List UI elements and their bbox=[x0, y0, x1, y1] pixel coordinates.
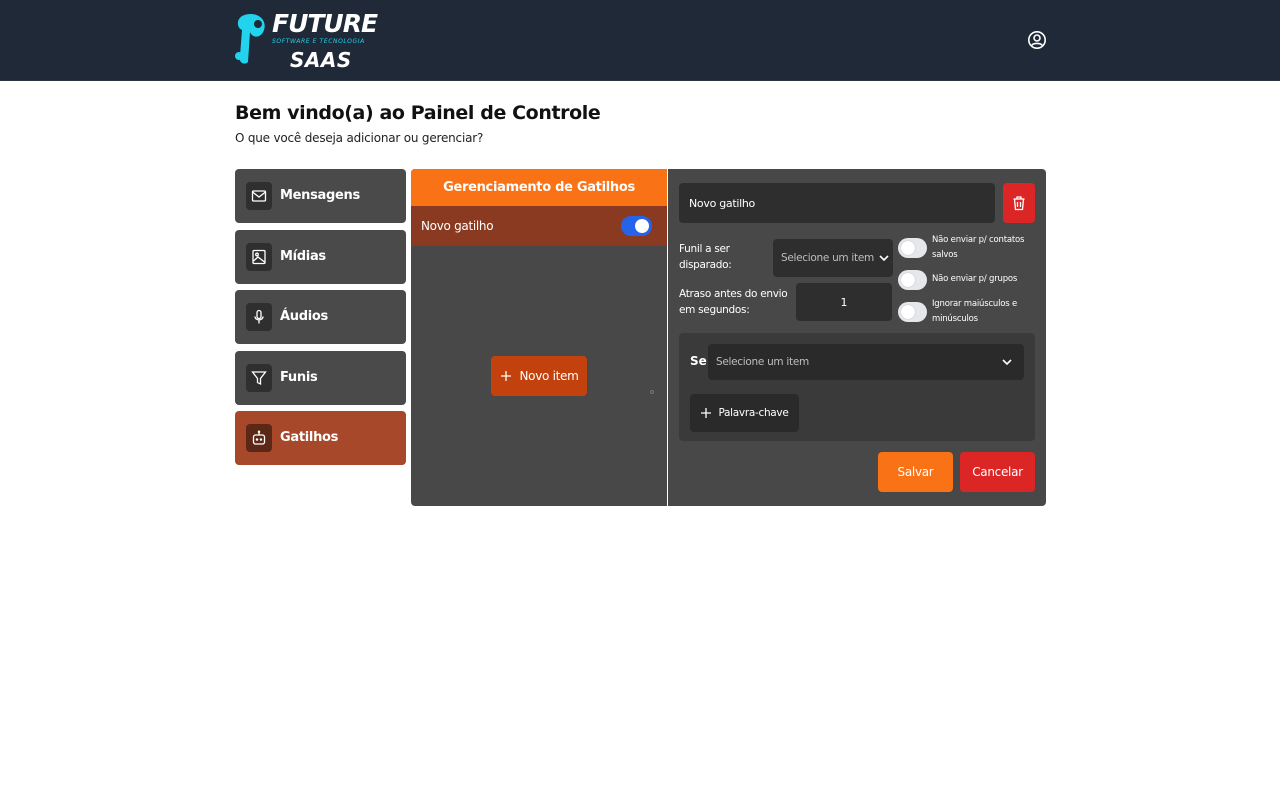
logo-text-future: FUTURE bbox=[272, 9, 378, 38]
new-item-label: Novo item bbox=[519, 369, 579, 383]
brand-logo[interactable]: FUTURE SOFTWARE E TECNOLOGIA SAAS bbox=[234, 9, 378, 72]
trigger-item-label: Novo gatilho bbox=[421, 219, 494, 233]
chevron-down-icon bbox=[1002, 359, 1012, 366]
funnel-select-value: Selecione um item bbox=[781, 252, 874, 264]
trigger-list-item[interactable]: Novo gatilho bbox=[411, 206, 667, 246]
trigger-enabled-toggle[interactable] bbox=[621, 216, 652, 236]
delay-seconds-input[interactable] bbox=[796, 283, 892, 321]
sidebar-item-label: Gatilhos bbox=[280, 430, 339, 445]
option-label-ignore-case: Ignorar maiúsculos e minúsculos bbox=[932, 299, 1018, 324]
toggle-ignore-case[interactable] bbox=[898, 302, 927, 322]
toggle-knob bbox=[635, 219, 649, 233]
sidebar-item-funis[interactable]: Funis bbox=[235, 351, 406, 405]
sidebar-item-label: Mensagens bbox=[280, 188, 360, 203]
page-subtitle: O que você deseja adicionar ou gerenciar… bbox=[235, 131, 484, 145]
sidebar-item-gatilhos[interactable]: Gatilhos bbox=[235, 411, 406, 465]
triggers-list-panel: Gerenciamento de Gatilhos Novo gatilho N… bbox=[411, 169, 667, 506]
sidebar-item-audios[interactable]: Áudios bbox=[235, 290, 406, 344]
delete-trigger-button[interactable] bbox=[1003, 183, 1035, 223]
sidebar-item-label: Mídias bbox=[280, 249, 326, 264]
cancel-button[interactable]: Cancelar bbox=[960, 452, 1035, 492]
trigger-name-input[interactable] bbox=[679, 183, 995, 223]
resize-handle[interactable] bbox=[650, 390, 654, 394]
filter-icon bbox=[246, 364, 272, 392]
page-title: Bem vindo(a) ao Painel de Controle bbox=[235, 102, 601, 124]
option-label-groups: Não enviar p/ grupos bbox=[932, 274, 1018, 284]
user-profile-button[interactable] bbox=[1027, 30, 1047, 50]
bot-icon bbox=[246, 424, 272, 452]
funnel-select[interactable]: Selecione um item bbox=[773, 239, 893, 277]
user-circle-icon bbox=[1028, 31, 1046, 49]
logo-text-subtitle: SOFTWARE E TECNOLOGIA bbox=[272, 38, 365, 45]
condition-select-value: Selecione um item bbox=[716, 356, 809, 368]
top-navbar: FUTURE SOFTWARE E TECNOLOGIA SAAS bbox=[0, 0, 1280, 81]
condition-label: Se bbox=[690, 354, 707, 368]
delay-label: Atraso antes do envio em segundos: bbox=[679, 288, 788, 316]
image-icon bbox=[246, 243, 272, 271]
mic-icon bbox=[246, 303, 272, 331]
toggle-skip-groups[interactable] bbox=[898, 270, 927, 290]
trash-icon bbox=[1013, 196, 1025, 211]
logo-mark-icon bbox=[235, 13, 265, 64]
toggle-knob bbox=[901, 241, 915, 255]
new-item-button[interactable]: Novo item bbox=[491, 356, 587, 396]
plus-icon bbox=[500, 371, 511, 381]
add-keyword-button[interactable]: Palavra-chave bbox=[690, 394, 799, 432]
sidebar-item-midias[interactable]: Mídias bbox=[235, 230, 406, 284]
chevron-down-icon bbox=[879, 255, 889, 262]
sidebar-item-label: Áudios bbox=[280, 309, 328, 324]
condition-select[interactable]: Selecione um item bbox=[708, 344, 1024, 380]
logo-text-saas: SAAS bbox=[290, 48, 352, 72]
sidebar-item-mensagens[interactable]: Mensagens bbox=[235, 169, 406, 223]
toggle-knob bbox=[901, 305, 915, 319]
mail-icon bbox=[246, 182, 272, 210]
funnel-label: Funil a ser disparado: bbox=[679, 243, 732, 271]
plus-icon bbox=[701, 408, 712, 418]
save-button[interactable]: Salvar bbox=[878, 452, 953, 492]
triggers-panel-title: Gerenciamento de Gatilhos bbox=[411, 169, 667, 206]
toggle-skip-saved-contacts[interactable] bbox=[898, 238, 927, 258]
sidebar-item-label: Funis bbox=[280, 370, 318, 385]
option-label-saved-contacts: Não enviar p/ contatos salvos bbox=[932, 235, 1025, 260]
trigger-editor-panel: Funil a ser disparado: Selecione um item… bbox=[668, 169, 1046, 506]
toggle-knob bbox=[901, 273, 915, 287]
condition-box: Se Selecione um item Palavra-chave bbox=[679, 333, 1035, 441]
keyword-button-label: Palavra-chave bbox=[718, 407, 789, 419]
